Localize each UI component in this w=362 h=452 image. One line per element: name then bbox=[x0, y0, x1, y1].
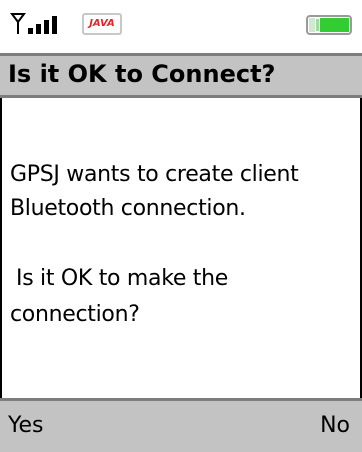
status-bar: JAVA bbox=[0, 0, 362, 53]
dialog-question-line: connection? bbox=[10, 302, 140, 327]
java-badge: JAVA bbox=[82, 13, 122, 35]
dialog-message-line: Bluetooth connection. bbox=[10, 196, 246, 221]
softkey-bar: Yes No bbox=[0, 398, 362, 452]
battery-icon bbox=[306, 15, 352, 35]
dialog-content: GPSJ wants to create client Bluetooth co… bbox=[0, 98, 362, 398]
yes-softkey[interactable]: Yes bbox=[8, 413, 44, 438]
dialog-title-bar: Is it OK to Connect? bbox=[0, 53, 362, 98]
dialog-question-line: Is it OK to make the bbox=[16, 266, 228, 291]
dialog-message-line: GPSJ wants to create client bbox=[10, 162, 299, 187]
dialog-title: Is it OK to Connect? bbox=[8, 60, 276, 88]
signal-strength-icon bbox=[10, 13, 57, 34]
no-softkey[interactable]: No bbox=[320, 413, 350, 438]
phone-screen: JAVA Is it OK to Connect? GPSJ wants to … bbox=[0, 0, 362, 452]
